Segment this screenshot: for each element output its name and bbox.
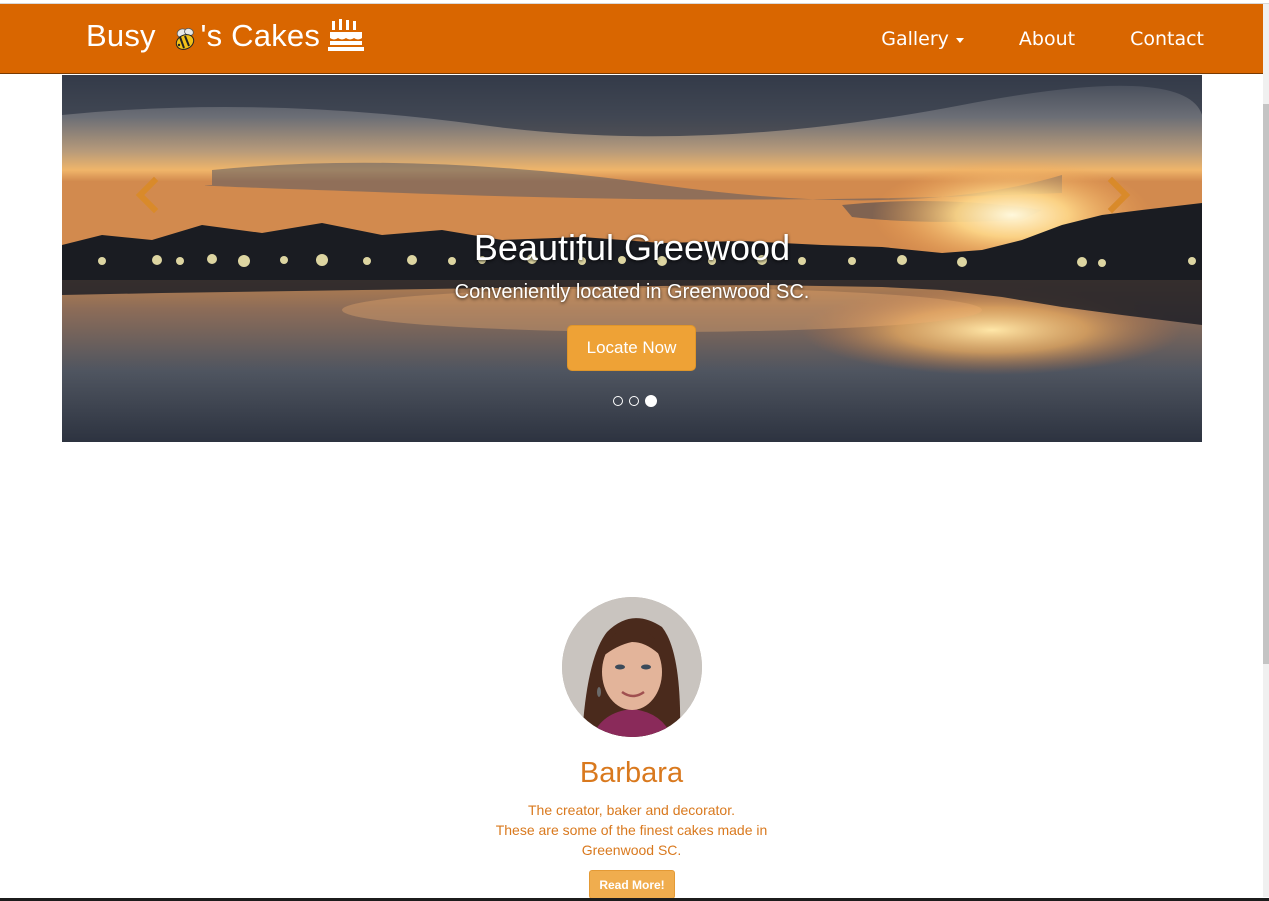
nav-about-label: About	[1018, 28, 1076, 50]
profile-description-line-3: Greenwood SC.	[581, 842, 682, 858]
vertical-scrollbar[interactable]	[1263, 4, 1269, 897]
carousel-indicators	[610, 395, 660, 407]
nav-gallery-label: Gallery	[881, 28, 949, 50]
chevron-right-icon[interactable]	[1104, 175, 1134, 215]
locate-now-button[interactable]: Locate Now	[567, 325, 696, 371]
profile-description-line-2: These are some of the finest cakes made …	[495, 822, 768, 838]
carousel-indicator-1[interactable]	[613, 396, 623, 406]
chevron-left-icon[interactable]	[132, 175, 162, 215]
profile-photo	[562, 597, 702, 737]
profile-name: Barbara	[579, 757, 684, 789]
bee-icon	[175, 27, 194, 50]
nav-menu: Gallery About Contact	[826, 4, 1204, 74]
hero-carousel: Beautiful Greewood Conveniently located …	[62, 75, 1202, 442]
carousel-subtitle: Conveniently located in Greenwood SC.	[454, 281, 810, 303]
caret-down-icon	[955, 37, 964, 43]
carousel-title: Beautiful Greewood	[473, 227, 791, 268]
nav-gallery[interactable]: Gallery	[881, 28, 964, 50]
brand-suffix: 's Cakes	[200, 18, 321, 53]
nav-contact[interactable]: Contact	[1130, 28, 1204, 50]
nav-contact-label: Contact	[1130, 28, 1204, 50]
read-more-button[interactable]: Read More!	[589, 870, 675, 899]
carousel-indicator-2[interactable]	[629, 396, 639, 406]
profile-description-line-1: The creator, baker and decorator.	[527, 802, 735, 818]
nav-about[interactable]: About	[1019, 28, 1075, 50]
carousel-indicator-3[interactable]	[645, 395, 657, 407]
birthday-cake-icon	[328, 19, 365, 51]
brand-prefix: Busy	[86, 18, 165, 53]
scrollbar-thumb[interactable]	[1263, 104, 1269, 664]
navbar: Busy 's Cakes Gallery About Contact	[0, 4, 1263, 74]
brand-logo[interactable]: Busy 's Cakes	[86, 16, 365, 56]
avatar	[562, 597, 702, 737]
